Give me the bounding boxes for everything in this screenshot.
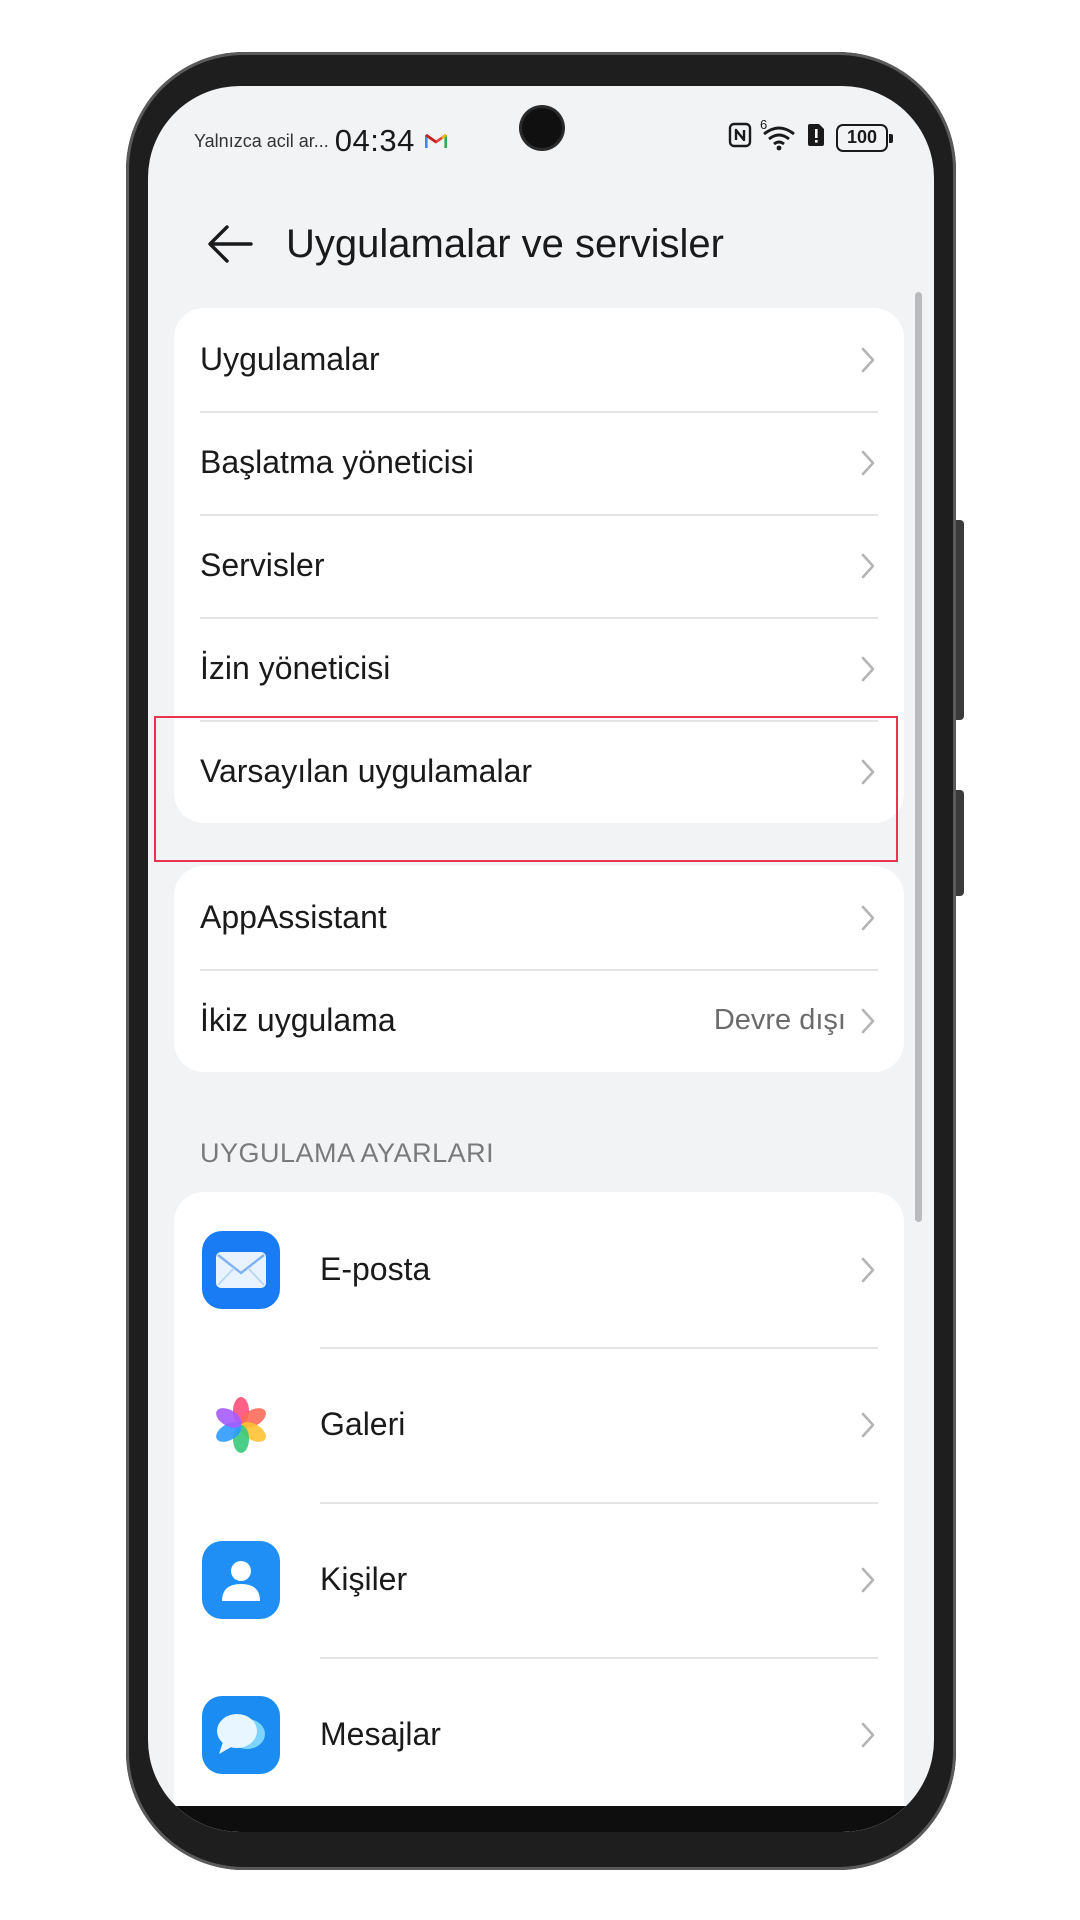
menu-item-label: Varsayılan uygulamalar <box>200 753 533 789</box>
chevron-right-icon <box>858 652 878 686</box>
app-item-mesajlar[interactable]: Mesajlar <box>174 1657 904 1812</box>
app-settings-group: E-posta Galeri Kişiler Mesajlar <box>174 1192 904 1832</box>
menu-item-varsayilan-uygulamalar[interactable]: Varsayılan uygulamalar <box>174 720 904 823</box>
status-notification-text: Yalnızca acil ar... <box>194 130 329 151</box>
menu-item-appassistant[interactable]: AppAssistant <box>174 866 904 969</box>
menu-item-servisler[interactable]: Servisler <box>174 514 904 617</box>
back-button[interactable] <box>200 214 260 274</box>
status-clock: 04:34 <box>334 123 415 158</box>
chevron-right-icon <box>858 1718 878 1752</box>
menu-item-label: İzin yöneticisi <box>200 650 391 686</box>
menu-item-label: Başlatma yöneticisi <box>200 444 474 480</box>
phone-screen: Yalnızca acil ar... 04:34 6 100 Uygulama… <box>148 86 934 1832</box>
app-header: Uygulamalar ve servisler <box>148 202 934 286</box>
menu-item-value: Devre dışı <box>713 1004 846 1036</box>
network-badge: 6 <box>760 116 768 132</box>
chevron-right-icon <box>858 755 878 789</box>
power-button <box>956 790 964 896</box>
settings-group-main: Uygulamalar Başlatma yöneticisi Servisle… <box>174 308 904 823</box>
chevron-right-icon <box>858 1004 878 1038</box>
settings-group-secondary: AppAssistant İkiz uygulama Devre dışı <box>174 866 904 1072</box>
app-item-galeri[interactable]: Galeri <box>174 1347 904 1502</box>
nfc-icon <box>728 122 752 153</box>
menu-item-uygulamalar[interactable]: Uygulamalar <box>174 308 904 411</box>
section-title-app-settings: UYGULAMA AYARLARI <box>200 1138 495 1168</box>
volume-button <box>956 520 964 720</box>
menu-item-label: İkiz uygulama <box>200 1002 396 1038</box>
gallery-app-icon <box>202 1385 280 1464</box>
menu-item-label: Uygulamalar <box>200 341 380 377</box>
menu-item-label: Servisler <box>200 547 325 583</box>
arrow-left-icon <box>208 225 253 263</box>
menu-item-ikiz-uygulama[interactable]: İkiz uygulama Devre dışı <box>174 969 904 1072</box>
app-item-label: Galeri <box>320 1406 406 1442</box>
chevron-right-icon <box>858 446 878 480</box>
chevron-right-icon <box>858 549 878 583</box>
battery-icon: 100 <box>836 123 893 152</box>
chevron-right-icon <box>858 1408 878 1442</box>
app-item-eposta[interactable]: E-posta <box>174 1192 904 1347</box>
chevron-right-icon <box>858 343 878 377</box>
mail-app-icon <box>202 1230 280 1309</box>
contacts-app-icon <box>202 1540 280 1619</box>
screen-bottom-bezel <box>148 1806 934 1832</box>
app-item-label: Kişiler <box>320 1561 408 1597</box>
status-icons: 6 100 <box>728 117 893 153</box>
menu-item-label: AppAssistant <box>200 899 387 935</box>
sim-alert-icon <box>806 122 826 153</box>
page-title: Uygulamalar ve servisler <box>286 221 724 266</box>
front-camera <box>522 108 562 148</box>
menu-item-izin-yoneticisi[interactable]: İzin yöneticisi <box>174 617 904 720</box>
app-item-kisiler[interactable]: Kişiler <box>174 1502 904 1657</box>
messages-app-icon <box>202 1695 280 1774</box>
wifi-icon: 6 <box>760 117 796 151</box>
gmail-icon <box>424 133 447 149</box>
app-item-label: E-posta <box>320 1251 431 1287</box>
chevron-right-icon <box>858 1563 878 1597</box>
menu-item-baslatma-yoneticisi[interactable]: Başlatma yöneticisi <box>174 411 904 514</box>
app-item-label: Mesajlar <box>320 1716 441 1752</box>
chevron-right-icon <box>858 901 878 935</box>
chevron-right-icon <box>858 1253 878 1287</box>
scrollbar[interactable] <box>915 292 922 1222</box>
